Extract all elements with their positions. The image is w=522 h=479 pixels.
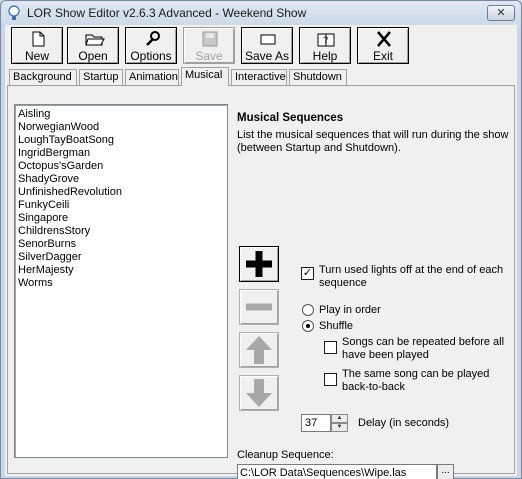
tab-background[interactable]: Background: [9, 69, 77, 85]
arrow-up-icon: [246, 336, 272, 364]
list-item[interactable]: SilverDagger: [18, 251, 227, 264]
save-as-icon: [260, 34, 276, 45]
save-button-label: Save: [195, 49, 223, 63]
list-item[interactable]: SenorBurns: [18, 238, 227, 251]
list-item[interactable]: LoughTayBoatSong: [18, 134, 227, 147]
play-in-order-radio[interactable]: [302, 304, 314, 316]
list-item[interactable]: Octopus'sGarden: [18, 160, 227, 173]
help-button[interactable]: ? Help: [299, 27, 351, 64]
delay-input[interactable]: 37: [301, 414, 331, 432]
remove-sequence-button[interactable]: [239, 289, 279, 325]
list-item[interactable]: IngridBergman: [18, 147, 227, 160]
window-close-button[interactable]: ✕: [487, 5, 515, 21]
wrench-icon: [146, 31, 160, 46]
shuffle-label: Shuffle: [319, 320, 354, 332]
back-to-back-checkbox[interactable]: [324, 373, 337, 386]
turn-off-lights-checkbox[interactable]: ✓: [301, 267, 314, 280]
exit-button-label: Exit: [372, 49, 393, 63]
list-item[interactable]: UnfinishedRevolution: [18, 186, 227, 199]
section-description: List the musical sequences that will run…: [237, 129, 509, 154]
list-item[interactable]: ShadyGrove: [18, 173, 227, 186]
musical-tab-panel: Aisling NorwegianWood LoughTayBoatSong Ingr…: [7, 85, 515, 479]
toolbar: New Open Options Save Save As ? Help Exi…: [11, 27, 511, 65]
lightbulb-icon: [8, 5, 20, 20]
open-folder-icon: [85, 34, 105, 46]
cleanup-sequence-input[interactable]: C:\LOR Data\Sequences\Wipe.las: [237, 464, 437, 479]
client-area: New Open Options Save Save As ? Help Exi…: [5, 25, 517, 479]
svg-text:?: ?: [323, 35, 328, 45]
new-button-label: New: [24, 49, 49, 63]
app-window: LOR Show Editor v2.6.3 Advanced - Weeken…: [0, 0, 522, 479]
browse-button[interactable]: ...: [437, 464, 454, 479]
move-up-button[interactable]: [239, 332, 279, 368]
tab-musical[interactable]: Musical: [181, 67, 229, 86]
list-item[interactable]: FunkyCeili: [18, 199, 227, 212]
new-file-icon: [32, 31, 45, 47]
list-item[interactable]: HerMajesty: [18, 264, 227, 277]
exit-button[interactable]: Exit: [357, 27, 409, 64]
spin-down-button[interactable]: ▼: [331, 423, 348, 432]
minus-icon: [246, 303, 272, 311]
open-button-label: Open: [78, 49, 108, 63]
cleanup-sequence-label: Cleanup Sequence:: [237, 449, 334, 461]
title-bar[interactable]: LOR Show Editor v2.6.3 Advanced - Weeken…: [1, 1, 521, 25]
spin-up-button[interactable]: ▲: [331, 414, 348, 423]
tab-interactive[interactable]: Interactive: [231, 69, 287, 85]
section-heading: Musical Sequences: [237, 112, 344, 124]
plus-icon: [246, 251, 272, 277]
tab-shutdown[interactable]: Shutdown: [289, 69, 347, 85]
floppy-disk-icon: [202, 31, 218, 47]
save-as-button-label: Save As: [244, 49, 290, 63]
tab-startup[interactable]: Startup: [79, 69, 123, 85]
shuffle-radio[interactable]: [302, 320, 314, 332]
list-item[interactable]: Aisling: [18, 108, 227, 121]
open-button[interactable]: Open: [67, 27, 119, 64]
sequence-listbox[interactable]: Aisling NorwegianWood LoughTayBoatSong Ingr…: [14, 104, 228, 458]
window-title: LOR Show Editor v2.6.3 Advanced - Weeken…: [27, 6, 307, 20]
delay-spinner: ▲ ▼: [331, 414, 348, 432]
help-icon: ?: [317, 33, 335, 47]
save-as-button[interactable]: Save As: [241, 27, 293, 64]
list-item[interactable]: ChildrensStory: [18, 225, 227, 238]
play-in-order-label: Play in order: [319, 304, 381, 316]
help-button-label: Help: [312, 49, 338, 63]
new-button[interactable]: New: [11, 27, 63, 64]
delay-label: Delay (in seconds): [358, 417, 450, 429]
save-button[interactable]: Save: [183, 27, 235, 64]
tab-strip: Background Startup Animation Musical Int…: [7, 67, 515, 86]
move-down-button[interactable]: [239, 375, 279, 411]
close-icon: [377, 31, 391, 47]
repeat-songs-label: Songs can be repeated before all have be…: [342, 336, 505, 361]
tab-animation[interactable]: Animation: [125, 69, 179, 85]
turn-off-lights-label: Turn used lights off at the end of each …: [319, 264, 504, 289]
arrow-down-icon: [246, 379, 272, 407]
options-button[interactable]: Options: [125, 27, 177, 64]
repeat-songs-checkbox[interactable]: [324, 341, 337, 354]
add-sequence-button[interactable]: [239, 246, 279, 282]
back-to-back-label: The same song can be played back-to-back: [342, 368, 490, 393]
options-button-label: Options: [130, 49, 172, 63]
list-item[interactable]: Singapore: [18, 212, 227, 225]
list-item[interactable]: Worms: [18, 277, 227, 290]
list-item[interactable]: NorwegianWood: [18, 121, 227, 134]
